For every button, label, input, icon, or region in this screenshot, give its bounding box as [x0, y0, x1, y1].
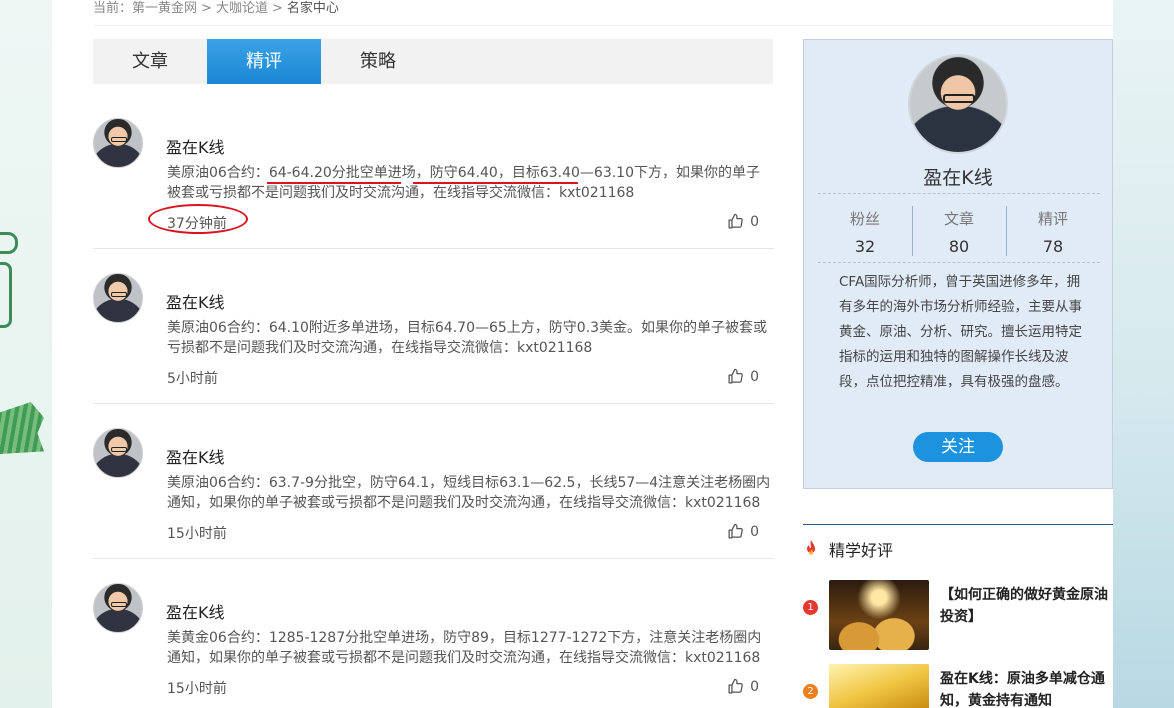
follow-button[interactable]: 关注	[913, 432, 1003, 462]
like-button[interactable]: 0	[727, 213, 759, 230]
post-timestamp: 15小时前	[167, 681, 227, 697]
plant-pot-decoration	[0, 262, 12, 328]
author-avatar[interactable]	[93, 118, 143, 168]
post-author-name[interactable]: 盈在K线	[166, 599, 225, 623]
featured-reviews-header: 精学好评	[803, 524, 1113, 572]
breadcrumb-link-home[interactable]: 第一黄金网	[132, 0, 197, 18]
featured-item[interactable]: 1 【如何正确的做好黄金原油投资】	[803, 572, 1113, 656]
like-button[interactable]: 0	[727, 368, 759, 385]
annotation-underline	[267, 182, 401, 184]
thumbs-up-icon	[728, 678, 743, 694]
stat-label: 精评	[1037, 210, 1068, 228]
annotation-underline	[413, 182, 578, 184]
author-avatar[interactable]	[93, 583, 143, 633]
post-body-text: 美黄金06合约：1285-1287分批空单进场，防守89，目标1277-1272…	[167, 630, 762, 666]
featured-thumbnail[interactable]	[829, 664, 929, 708]
like-count: 0	[750, 213, 759, 230]
analyst-profile-card: 盈在K线 粉丝 32 文章 80 精评 78 CFA国际分析师，曾于英国进修多年…	[803, 39, 1113, 489]
post-body-text: 美原油06合约：64.10附近多单进场，目标64.70—65上方，防守0.3美金…	[167, 320, 768, 356]
breadcrumb-current[interactable]: 名家中心	[287, 0, 339, 18]
tab-articles[interactable]: 文章	[93, 39, 207, 84]
featured-item-title[interactable]: 【如何正确的做好黄金原油投资】	[940, 584, 1110, 628]
post-author-name[interactable]: 盈在K线	[166, 289, 225, 313]
glasses-detail	[111, 137, 127, 142]
post-feed: 盈在K线 美原油06合约：64-64.20分批空单进场，防守64.40，目标63…	[93, 94, 774, 708]
annotation-circle	[148, 204, 248, 234]
featured-item[interactable]: 2 盈在K线：原油多单减仓通知，黄金持有通知	[803, 656, 1113, 708]
profile-stats: 粉丝 32 文章 80 精评 78	[818, 193, 1100, 263]
featured-reviews-section: 精学好评 1 【如何正确的做好黄金原油投资】 2 盈在K线：原油多单减仓通知，黄…	[803, 524, 1113, 708]
profile-bio: CFA国际分析师，曾于英国进修多年，拥有多年的海外市场分析师经验，主要从事黄金、…	[839, 274, 1082, 390]
grass-decoration	[0, 402, 44, 454]
featured-thumbnail[interactable]	[829, 580, 929, 650]
post-item: 盈在K线 美原油06合约：63.7-9分批空，防守64.1，短线目标63.1—6…	[93, 404, 774, 559]
glasses-detail	[111, 292, 127, 297]
stat-label: 粉丝	[849, 210, 880, 228]
profile-name: 盈在K线	[923, 167, 993, 189]
stat-value: 80	[948, 237, 970, 256]
like-button[interactable]: 0	[727, 678, 759, 695]
author-avatar[interactable]	[93, 273, 143, 323]
plant-pot-handle-decoration	[0, 232, 18, 254]
right-background-decoration	[1113, 0, 1174, 708]
glasses-detail	[943, 94, 975, 103]
like-count: 0	[750, 523, 759, 540]
tab-strategy[interactable]: 策略	[321, 39, 435, 84]
profile-avatar	[908, 54, 1008, 154]
breadcrumb-separator: >	[271, 1, 283, 16]
thumbs-up-icon	[728, 523, 743, 539]
page-container: 当前：第一黄金网 > 大咖论道 > 名家中心 文章 精评 策略 盈在K线 美原油06合约…	[52, 0, 1113, 708]
breadcrumb-link-forum[interactable]: 大咖论道	[216, 0, 268, 18]
post-timestamp: 15小时前	[167, 526, 227, 542]
post-author-name[interactable]: 盈在K线	[166, 134, 225, 158]
like-count: 0	[750, 678, 759, 695]
post-item: 盈在K线 美原油06合约：64.10附近多单进场，目标64.70—65上方，防守…	[93, 249, 774, 404]
glasses-detail	[111, 602, 127, 607]
glasses-detail	[111, 447, 127, 452]
featured-item-title[interactable]: 盈在K线：原油多单减仓通知，黄金持有通知	[940, 668, 1110, 708]
tab-reviews[interactable]: 精评	[207, 39, 321, 84]
stat-followers[interactable]: 粉丝 32	[818, 194, 912, 262]
post-body-text: 美原油06合约：63.7-9分批空，防守64.1，短线目标63.1—62.5，长…	[167, 475, 771, 511]
thumbs-up-icon	[728, 213, 743, 229]
post-item: 盈在K线 美黄金06合约：1285-1287分批空单进场，防守89，目标1277…	[93, 559, 774, 708]
breadcrumb-separator: >	[201, 1, 212, 16]
breadcrumb-prefix: 当前：	[93, 1, 133, 16]
thumbs-up-icon	[728, 368, 743, 384]
rank-badge: 1	[803, 600, 818, 615]
flame-icon	[807, 539, 815, 555]
stat-value: 32	[854, 237, 876, 256]
stat-label: 文章	[943, 210, 974, 228]
content-tabs: 文章 精评 策略	[93, 39, 773, 84]
rank-badge: 2	[803, 684, 818, 699]
post-timestamp: 5小时前	[167, 371, 218, 387]
left-background-decoration	[0, 0, 52, 708]
like-button[interactable]: 0	[727, 523, 759, 540]
stat-reviews[interactable]: 精评 78	[1006, 194, 1100, 262]
featured-reviews-title: 精学好评	[829, 540, 894, 560]
stat-articles[interactable]: 文章 80	[912, 194, 1006, 262]
post-item: 盈在K线 美原油06合约：64-64.20分批空单进场，防守64.40，目标63…	[93, 94, 774, 249]
breadcrumb: 当前：第一黄金网 > 大咖论道 > 名家中心	[93, 0, 1113, 26]
stat-value: 78	[1042, 237, 1064, 256]
post-author-name[interactable]: 盈在K线	[166, 444, 225, 468]
like-count: 0	[750, 368, 759, 385]
author-avatar[interactable]	[93, 428, 143, 478]
